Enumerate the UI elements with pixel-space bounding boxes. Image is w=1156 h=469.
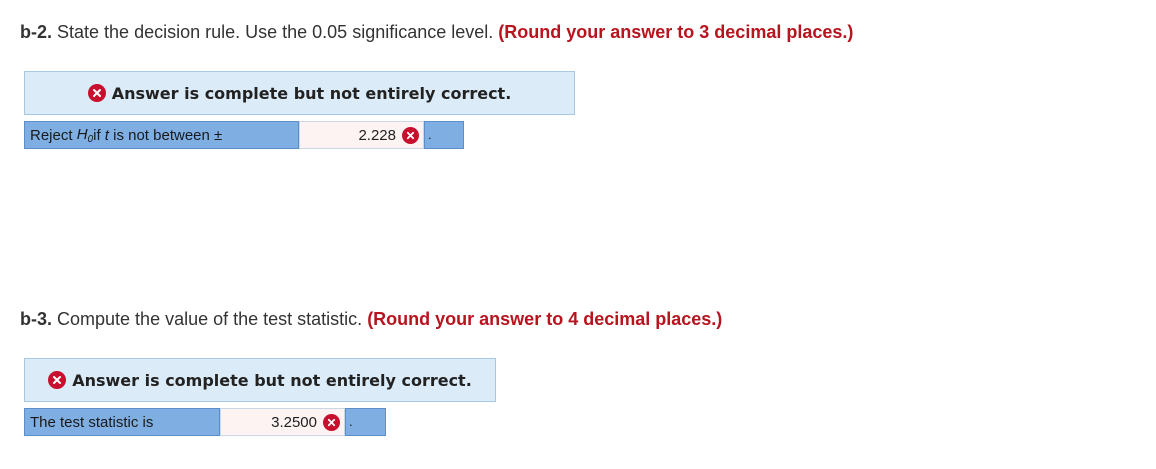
x-circle-icon <box>323 413 340 431</box>
answer-status-text-b3: Answer is complete but not entirely corr… <box>72 370 472 390</box>
question-b3-text: Compute the value of the test statistic. <box>52 309 368 329</box>
label-suffix: is not between ± <box>113 126 223 144</box>
test-statistic-value: 3.2500 <box>271 413 317 431</box>
question-b2-number: b-2. <box>20 22 53 42</box>
test-statistic-label: The test statistic is <box>24 408 220 436</box>
label-prefix: Reject <box>30 126 73 144</box>
decision-rule-label: Reject H0 if t is not between ± <box>24 121 299 149</box>
row-end-period: . <box>428 127 432 142</box>
question-b3-hint: (Round your answer to 4 decimal places.) <box>367 309 723 329</box>
h-symbol: H0 <box>76 125 94 145</box>
x-circle-icon <box>48 371 67 389</box>
critical-value: 2.228 <box>358 126 396 144</box>
critical-value-input[interactable]: 2.228 <box>299 121 424 149</box>
x-circle-icon <box>87 84 106 102</box>
question-b2-text: State the decision rule. Use the 0.05 si… <box>52 22 499 42</box>
question-b2-hint: (Round your answer to 3 decimal places.) <box>498 22 854 42</box>
row-end-period: . <box>349 414 353 429</box>
row-end-cell: . <box>424 121 464 149</box>
t-symbol: t <box>104 126 109 144</box>
label-mid: if <box>93 126 101 144</box>
answer-row-b3: The test statistic is 3.2500 . <box>24 408 386 436</box>
question-b2: b-2. State the decision rule. Use the 0.… <box>20 21 853 43</box>
answer-status-text-b2: Answer is complete but not entirely corr… <box>111 83 512 103</box>
test-statistic-input[interactable]: 3.2500 <box>220 408 345 436</box>
answer-status-banner-b2: Answer is complete but not entirely corr… <box>24 71 575 115</box>
question-b3: b-3. Compute the value of the test stati… <box>20 308 722 330</box>
answer-status-banner-b3: Answer is complete but not entirely corr… <box>24 358 496 402</box>
question-b3-number: b-3. <box>20 309 53 329</box>
answer-row-b2: Reject H0 if t is not between ± 2.228 . <box>24 121 464 149</box>
row-end-cell: . <box>345 408 386 436</box>
x-circle-icon <box>402 126 419 144</box>
